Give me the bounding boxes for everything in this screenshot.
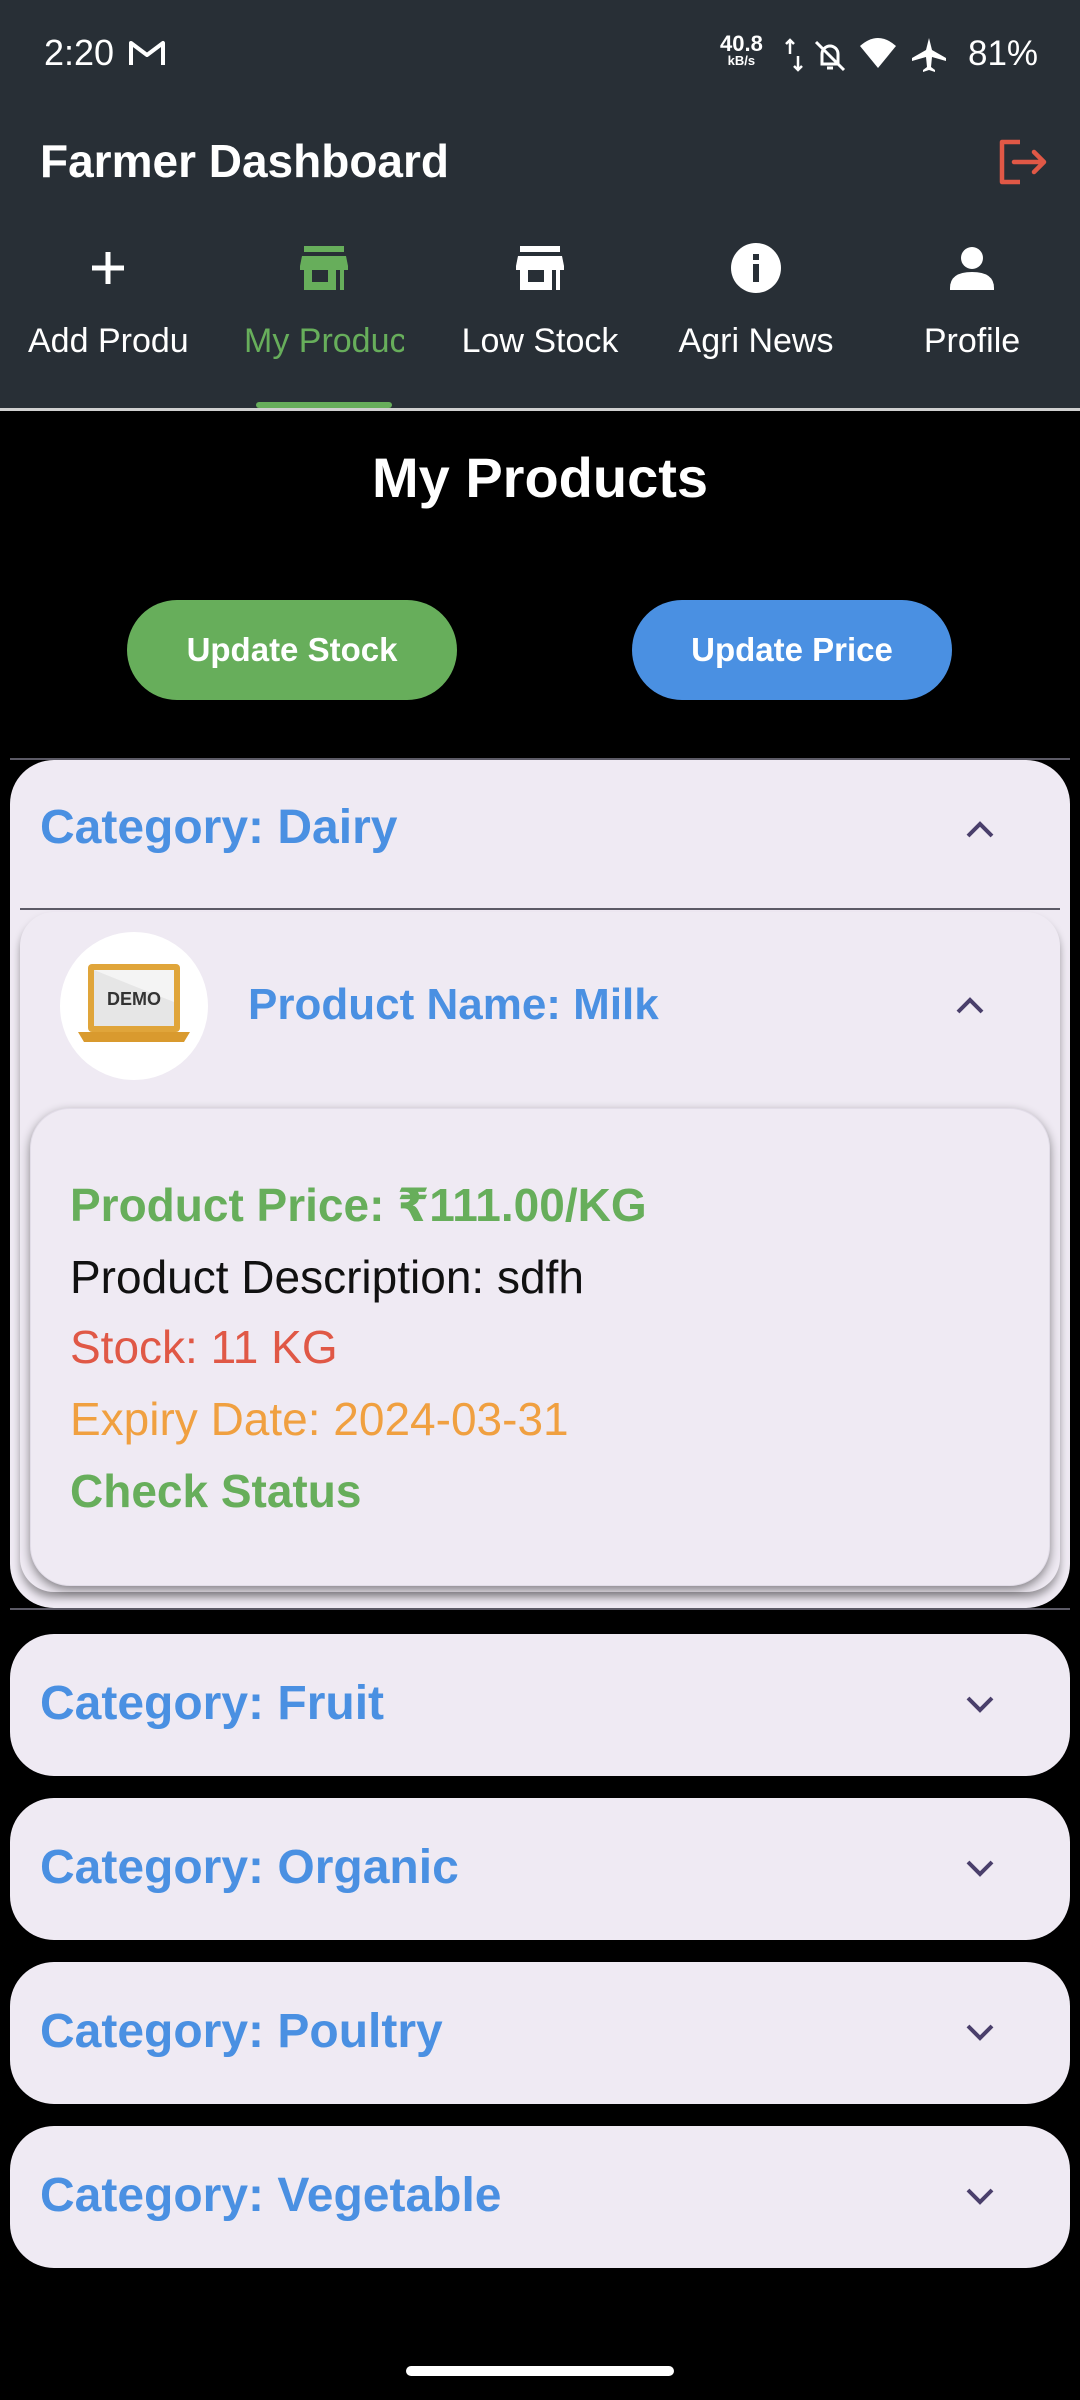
product-expiry: Expiry Date: 2024-03-31 <box>70 1393 569 1445</box>
status-bar: 2:20 40.8 kB/s 81% <box>0 0 1080 110</box>
chevron-down-icon[interactable] <box>958 2174 1002 2218</box>
chevron-up-icon[interactable] <box>948 984 992 1028</box>
category-title[interactable]: Category: Dairy <box>40 800 397 855</box>
divider <box>10 1608 1070 1610</box>
chevron-up-icon[interactable] <box>958 808 1002 852</box>
store-icon <box>300 246 348 290</box>
tab-profile[interactable]: Profile <box>872 240 1072 408</box>
tab-label: My Products <box>244 322 404 360</box>
product-stock: Stock: 11 KG <box>70 1321 338 1373</box>
tab-my-products[interactable]: My Products <box>224 240 424 408</box>
check-status-link[interactable]: Check Status <box>70 1464 361 1518</box>
wifi-icon <box>860 38 896 68</box>
update-stock-button[interactable]: Update Stock <box>127 600 457 700</box>
airplane-mode-icon <box>912 38 946 72</box>
data-transfer-icon <box>785 38 803 72</box>
product-price: Product Price: ₹111.00/KG <box>70 1179 647 1231</box>
category-title[interactable]: Category: Vegetable <box>40 2168 501 2223</box>
info-icon <box>731 243 781 293</box>
network-speed-unit: kB/s <box>727 53 756 68</box>
category-title[interactable]: Category: Poultry <box>40 2004 443 2059</box>
chevron-down-icon[interactable] <box>958 1846 1002 1890</box>
home-indicator[interactable] <box>406 2366 674 2376</box>
tab-add-product[interactable]: Add Product <box>8 240 208 408</box>
tab-label: Low Stock <box>461 322 619 360</box>
category-title[interactable]: Category: Organic <box>40 1840 459 1895</box>
app-bar: Farmer Dashboard Add Product My Products <box>0 110 1080 411</box>
divider <box>20 908 1060 910</box>
tab-label: Agri News <box>678 322 834 360</box>
status-time: 2:20 <box>44 32 115 73</box>
product-image: DEMO <box>60 932 208 1080</box>
product-description: Product Description: sdfh <box>70 1251 584 1303</box>
gmail-icon <box>129 41 165 65</box>
page-title: My Products <box>371 446 709 509</box>
chevron-down-icon[interactable] <box>958 1682 1002 1726</box>
battery-level: 81% <box>968 34 1039 73</box>
plus-icon <box>92 252 124 284</box>
store-icon <box>516 246 564 290</box>
app-title: Farmer Dashboard <box>40 135 450 187</box>
chevron-down-icon[interactable] <box>958 2010 1002 2054</box>
product-name[interactable]: Product Name: Milk <box>248 980 659 1030</box>
tab-low-stock[interactable]: Low Stock <box>440 240 640 408</box>
laptop-demo-image: DEMO <box>78 964 190 1042</box>
tab-label: Profile <box>923 322 1021 360</box>
tab-bar: Add Product My Products Low Stock <box>0 240 1080 408</box>
update-price-button[interactable]: Update Price <box>632 600 952 700</box>
tab-divider <box>0 408 1080 411</box>
notifications-off-icon <box>814 40 846 72</box>
svg-text:DEMO: DEMO <box>107 989 161 1009</box>
tab-label: Add Product <box>28 322 188 360</box>
network-speed: 40.8 kB/s <box>720 33 763 68</box>
tab-agri-news[interactable]: Agri News <box>656 240 856 408</box>
logout-icon[interactable] <box>994 134 1050 190</box>
category-title[interactable]: Category: Fruit <box>40 1676 384 1731</box>
person-icon <box>950 247 994 290</box>
